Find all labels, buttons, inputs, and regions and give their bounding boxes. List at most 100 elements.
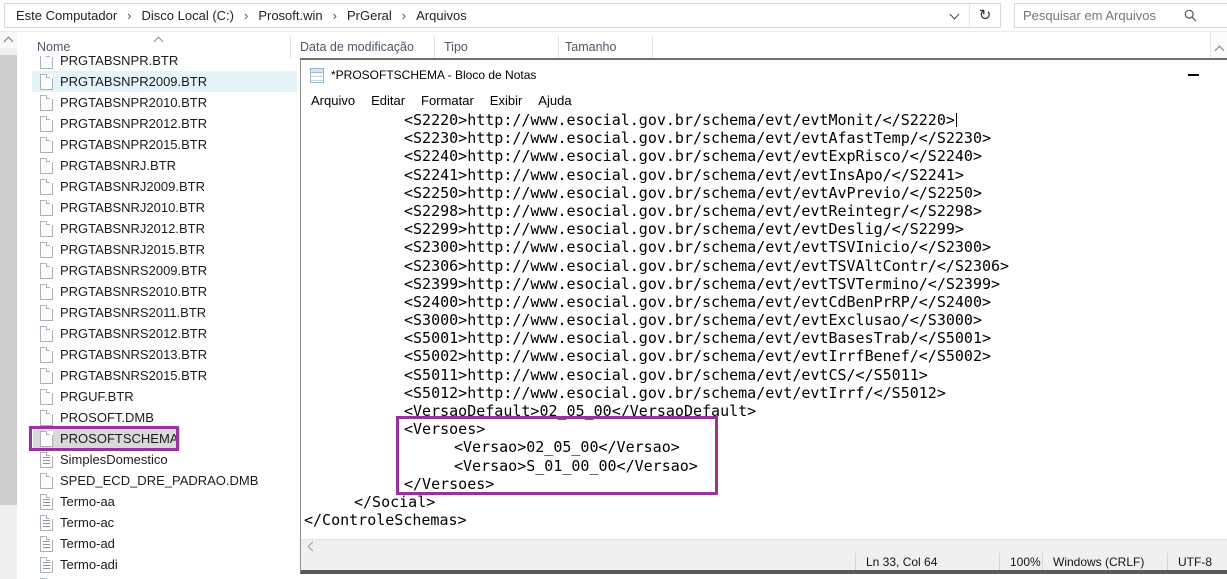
editor-line: <S2298>http://www.esocial.gov.br/schema/…	[304, 201, 982, 220]
encoding-status: UTF-8	[1167, 553, 1227, 570]
file-row[interactable]: SPED_ECD_DRE_PADRAO.DMB	[32, 470, 297, 491]
editor-line: <S5011>http://www.esocial.gov.br/schema/…	[304, 365, 928, 384]
right-scrollbar-top[interactable]	[1210, 31, 1227, 58]
file-row[interactable]: SimplesDomestico	[32, 449, 297, 470]
chevron-left-icon[interactable]	[307, 541, 318, 552]
breadcrumb-item[interactable]: Este Computador	[9, 6, 124, 25]
screen: Este Computador › Disco Local (C:) › Prosoft…	[0, 0, 1227, 579]
notepad-titlebar[interactable]: *PROSOFTSCHEMA - Bloco de Notas	[301, 60, 1227, 90]
file-row[interactable]: Termo-ad	[32, 533, 297, 554]
file-row[interactable]: PRGUF.BTR	[32, 386, 297, 407]
cursor-position-status: Ln 33, Col 64	[855, 553, 999, 570]
file-row[interactable]: PRGTABSNRJ.BTR	[32, 155, 297, 176]
file-row[interactable]: Termo-aa	[32, 491, 297, 512]
file-name: PRGTABSNPR2015.BTR	[60, 137, 208, 152]
file-row[interactable]: Termo-ac	[32, 512, 297, 533]
file-name: Termo-adi	[60, 557, 118, 572]
editor-line: <S2230>http://www.esocial.gov.br/schema/…	[304, 129, 991, 148]
menubar: Arquivo Editar Formatar Exibir Ajuda	[301, 90, 1227, 110]
editor-line: <S2399>http://www.esocial.gov.br/schema/…	[304, 274, 1001, 293]
menu-arquivo[interactable]: Arquivo	[303, 92, 363, 109]
file-row[interactable]: PRGTABSNRS2012.BTR	[32, 323, 297, 344]
file-row[interactable]: PRGTABSNRS2010.BTR	[32, 281, 297, 302]
refresh-button[interactable]: ↻	[970, 4, 1000, 27]
file-icon	[40, 94, 53, 111]
file-row[interactable]: PRGTABSNRS2015.BTR	[32, 365, 297, 386]
line-ending-status: Windows (CRLF)	[1042, 553, 1167, 570]
file-name: PRGTABSNRJ2010.BTR	[60, 200, 205, 215]
file-name: PRGTABSNRS2012.BTR	[60, 326, 208, 341]
annotation-box-file	[29, 426, 179, 451]
scrollbar-thumb[interactable]	[0, 55, 17, 505]
editor-line: <S2250>http://www.esocial.gov.br/schema/…	[304, 183, 982, 202]
column-divider[interactable]	[434, 36, 435, 58]
editor-line: <S2299>http://www.esocial.gov.br/schema/…	[304, 220, 964, 239]
search-icon	[1184, 9, 1197, 22]
editor-line: <S2306>http://www.esocial.gov.br/schema/…	[304, 256, 1010, 275]
menu-formatar[interactable]: Formatar	[413, 92, 482, 109]
column-header-date[interactable]: Data de modificação	[300, 40, 414, 54]
file-row[interactable]: PRGTABSNRJ2010.BTR	[32, 197, 297, 218]
column-header-size[interactable]: Tamanho	[565, 40, 616, 54]
menu-exibir[interactable]: Exibir	[482, 92, 531, 109]
editor-line: <S2300>http://www.esocial.gov.br/schema/…	[304, 238, 991, 257]
file-name: SPED_ECD_DRE_PADRAO.DMB	[60, 473, 259, 488]
file-icon	[40, 346, 53, 363]
editor-line: <S2400>http://www.esocial.gov.br/schema/…	[304, 292, 991, 311]
editor-line: </ControleSchemas>	[304, 511, 467, 530]
search-input[interactable]: Pesquisar em Arquivos	[1014, 3, 1227, 28]
editor-line: <S5012>http://www.esocial.gov.br/schema/…	[304, 383, 946, 402]
file-row[interactable]: PRGTABSNRJ2009.BTR	[32, 176, 297, 197]
column-header-name[interactable]: Nome	[37, 40, 70, 54]
file-row[interactable]: PRGTABSNPR2009.BTR	[32, 71, 297, 92]
statusbar: Ln 33, Col 64 100% Windows (CRLF) UTF-8	[301, 553, 1227, 570]
column-divider[interactable]	[558, 36, 559, 58]
file-name: PRGTABSNPR2009.BTR	[60, 74, 208, 89]
file-row[interactable]: PRGTABSNPR2012.BTR	[32, 113, 297, 134]
file-row[interactable]: PRGTABSNRJ2015.BTR	[32, 239, 297, 260]
breadcrumb-separator-icon: ›	[332, 8, 337, 23]
file-row[interactable]: PRGTABSNRS2011.BTR	[32, 302, 297, 323]
file-list: PRGTABSNPR.BTR PRGTABSNPR2009.BTR PRGTABSN…	[32, 50, 297, 579]
breadcrumb-item[interactable]: Disco Local (C:)	[135, 6, 241, 25]
file-icon	[40, 73, 53, 90]
horizontal-scrollbar[interactable]	[301, 539, 1227, 553]
file-icon	[40, 136, 53, 153]
file-row[interactable]: PRGTABSNPR2015.BTR	[32, 134, 297, 155]
file-row[interactable]	[32, 575, 297, 579]
editor-line: <S3000>http://www.esocial.gov.br/schema/…	[304, 311, 982, 330]
column-divider[interactable]	[652, 36, 653, 58]
file-row[interactable]: PROSOFT.DMB	[32, 407, 297, 428]
explorer-toolbar: Este Computador › Disco Local (C:) › Prosoft…	[0, 0, 1227, 32]
menu-ajuda[interactable]: Ajuda	[530, 92, 579, 109]
file-row[interactable]: PRGTABSNRS2013.BTR	[32, 344, 297, 365]
editor-line: <S2220>http://www.esocial.gov.br/schema/…	[304, 111, 1227, 129]
minimize-button[interactable]	[1188, 74, 1199, 76]
breadcrumb-item[interactable]: Arquivos	[409, 6, 474, 25]
file-row[interactable]: PRGTABSNPR2010.BTR	[32, 92, 297, 113]
search-placeholder: Pesquisar em Arquivos	[1023, 8, 1156, 23]
breadcrumb-item[interactable]: Prosoft.win	[251, 6, 329, 25]
vertical-scrollbar[interactable]	[0, 31, 17, 579]
column-header-type[interactable]: Tipo	[444, 40, 468, 54]
file-row[interactable]: Termo-adi	[32, 554, 297, 575]
menu-editar[interactable]: Editar	[363, 92, 413, 109]
text-file-icon	[40, 535, 53, 552]
breadcrumb-separator-icon: ›	[127, 8, 132, 23]
file-icon	[40, 241, 53, 258]
scroll-up-button[interactable]	[0, 31, 17, 48]
file-row[interactable]: PRGTABSNRJ2012.BTR	[32, 218, 297, 239]
zoom-level-status: 100%	[999, 553, 1042, 570]
file-row[interactable]: PRGTABSNRS2009.BTR	[32, 260, 297, 281]
file-icon	[40, 157, 53, 174]
address-dropdown-button[interactable]	[939, 4, 969, 27]
column-divider[interactable]	[290, 36, 291, 58]
breadcrumb-item[interactable]: PrGeral	[340, 6, 399, 25]
file-name: PRGTABSNRS2015.BTR	[60, 368, 208, 383]
notepad-window: *PROSOFTSCHEMA - Bloco de Notas Arquivo E…	[300, 58, 1227, 574]
annotation-box-versoes	[396, 416, 718, 495]
file-name: PRGTABSNRS2010.BTR	[60, 284, 208, 299]
address-bar[interactable]: Este Computador › Disco Local (C:) › Prosoft…	[4, 3, 1001, 28]
editor-line: <S5001>http://www.esocial.gov.br/schema/…	[304, 329, 991, 348]
chevron-up-icon	[1214, 45, 1224, 56]
